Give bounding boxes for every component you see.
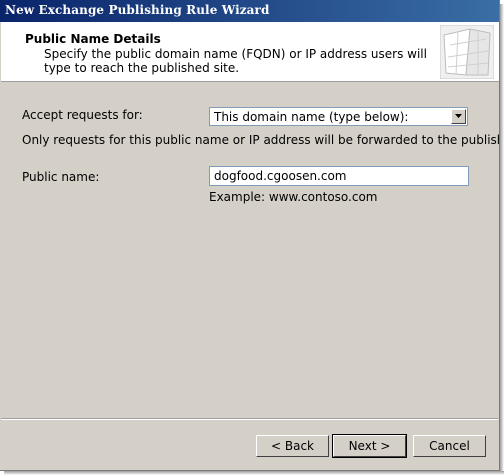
wizard-banner-icon <box>440 25 494 79</box>
wizard-window: New Exchange Publishing Rule Wizard Publ… <box>0 0 500 471</box>
public-name-input[interactable] <box>210 167 468 185</box>
page-title: Public Name Details <box>25 32 161 46</box>
forwarding-note: Only requests for this public name or IP… <box>22 133 500 147</box>
accept-requests-value: This domain name (type below): <box>214 110 409 124</box>
accept-requests-dropdown[interactable]: This domain name (type below): <box>209 107 468 126</box>
window-shadow-right <box>500 4 504 475</box>
window-shadow-bottom <box>4 471 504 475</box>
example-hint: Example: www.contoso.com <box>209 190 378 204</box>
chevron-down-icon[interactable] <box>451 109 466 124</box>
footer-divider <box>1 418 498 420</box>
window-title: New Exchange Publishing Rule Wizard <box>5 3 270 17</box>
page-description: Specify the public domain name (FQDN) or… <box>44 47 427 75</box>
back-button[interactable]: < Back <box>256 435 329 457</box>
wizard-header: Public Name Details Specify the public d… <box>1 22 499 82</box>
title-bar[interactable]: New Exchange Publishing Rule Wizard <box>0 0 499 22</box>
accept-requests-label: Accept requests for: <box>22 108 143 122</box>
cancel-button[interactable]: Cancel <box>413 435 486 457</box>
next-button[interactable]: Next > <box>332 434 407 458</box>
public-name-label: Public name: <box>22 170 100 184</box>
public-name-field[interactable] <box>209 166 469 186</box>
